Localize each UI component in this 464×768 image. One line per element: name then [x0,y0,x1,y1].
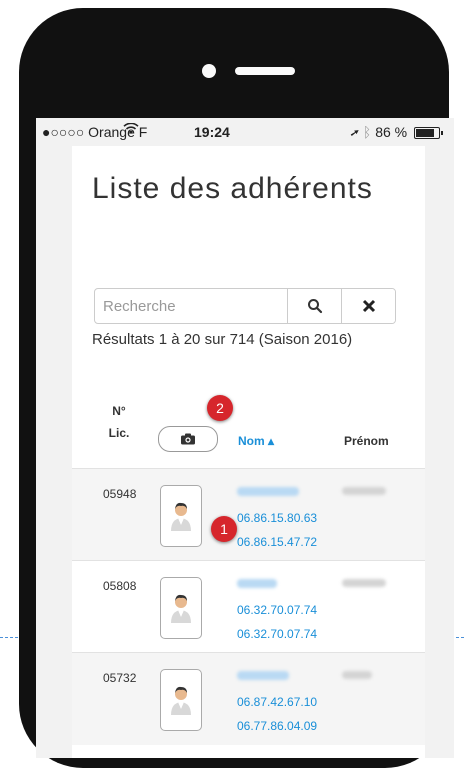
avatar-icon [171,502,191,531]
close-icon [362,299,376,313]
main-content: Liste des adhérents Résultats 1 à 20 sur… [72,146,425,758]
camera-dot [202,64,216,78]
phone-link[interactable]: 06.87.42.67.10 [237,695,317,709]
phone-link[interactable]: 06.32.70.07.74 [237,627,317,641]
row-lic: 05808 [103,579,137,593]
member-name-redacted[interactable] [237,487,299,496]
speaker-slot [235,67,295,75]
column-header-lic: N° Lic. [108,404,130,440]
phone-link[interactable]: 06.32.70.07.74 [237,603,317,617]
camera-icon [181,433,195,445]
clear-button[interactable] [341,289,395,323]
photo-toggle-button[interactable] [158,426,218,452]
member-firstname-redacted [342,487,386,495]
battery-icon [414,127,443,140]
avatar-icon [171,594,191,623]
table-row[interactable]: 05948 06.86.15.80.63 06.86.15.47.72 [72,468,425,561]
wifi-icon [123,122,139,138]
member-photo[interactable] [160,669,202,731]
bluetooth-icon: ᛒ [362,124,372,140]
annotation-badge-2: 2 [207,395,233,421]
search-bar [94,288,396,324]
phone-link[interactable]: 06.86.15.80.63 [237,511,317,525]
member-firstname-redacted [342,579,386,587]
search-input[interactable] [95,289,285,323]
table-row[interactable]: 05732 06.87.42.67.10 06.77.86.04.09 [72,652,425,745]
annotation-badge-1: 1 [211,516,237,542]
clock: 19:24 [194,124,230,140]
member-name-redacted[interactable] [237,671,289,680]
member-firstname-redacted [342,671,372,679]
column-header-prenom[interactable]: Prénom [344,434,389,448]
table-row[interactable]: 05808 06.32.70.07.74 06.32.70.07.74 [72,560,425,653]
search-icon [308,299,323,314]
status-right: ➚ ᛒ 86 % [350,124,443,140]
row-lic: 05732 [103,671,137,685]
screen: ●○○○○ Orange F 19:24 ➚ ᛒ 86 % Liste des … [36,118,454,758]
avatar-icon [171,686,191,715]
page-title: Liste des adhérents [92,172,373,205]
member-photo[interactable] [160,577,202,639]
location-icon: ➚ [350,124,359,140]
results-summary: Résultats 1 à 20 sur 714 (Saison 2016) [92,331,353,348]
row-lic: 05948 [103,487,137,501]
status-bar: ●○○○○ Orange F 19:24 ➚ ᛒ 86 % [36,118,454,146]
column-header-nom[interactable]: Nom ▴ [238,434,274,448]
member-photo[interactable] [160,485,202,547]
phone-link[interactable]: 06.77.86.04.09 [237,719,317,733]
member-name-redacted[interactable] [237,579,277,588]
battery-percent: 86 % [375,124,408,140]
search-button[interactable] [287,289,342,323]
phone-link[interactable]: 06.86.15.47.72 [237,535,317,549]
